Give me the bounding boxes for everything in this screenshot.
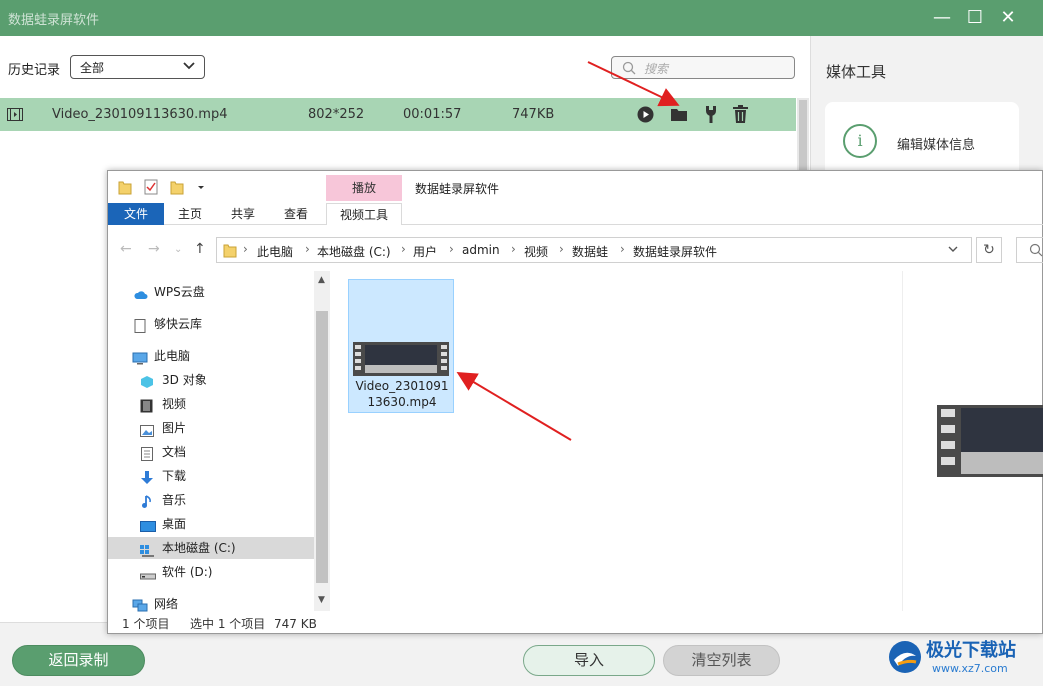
arrow-to-folder-button — [587, 61, 680, 107]
annotation-arrows — [456, 61, 680, 441]
arrow-to-video-file — [456, 371, 572, 441]
